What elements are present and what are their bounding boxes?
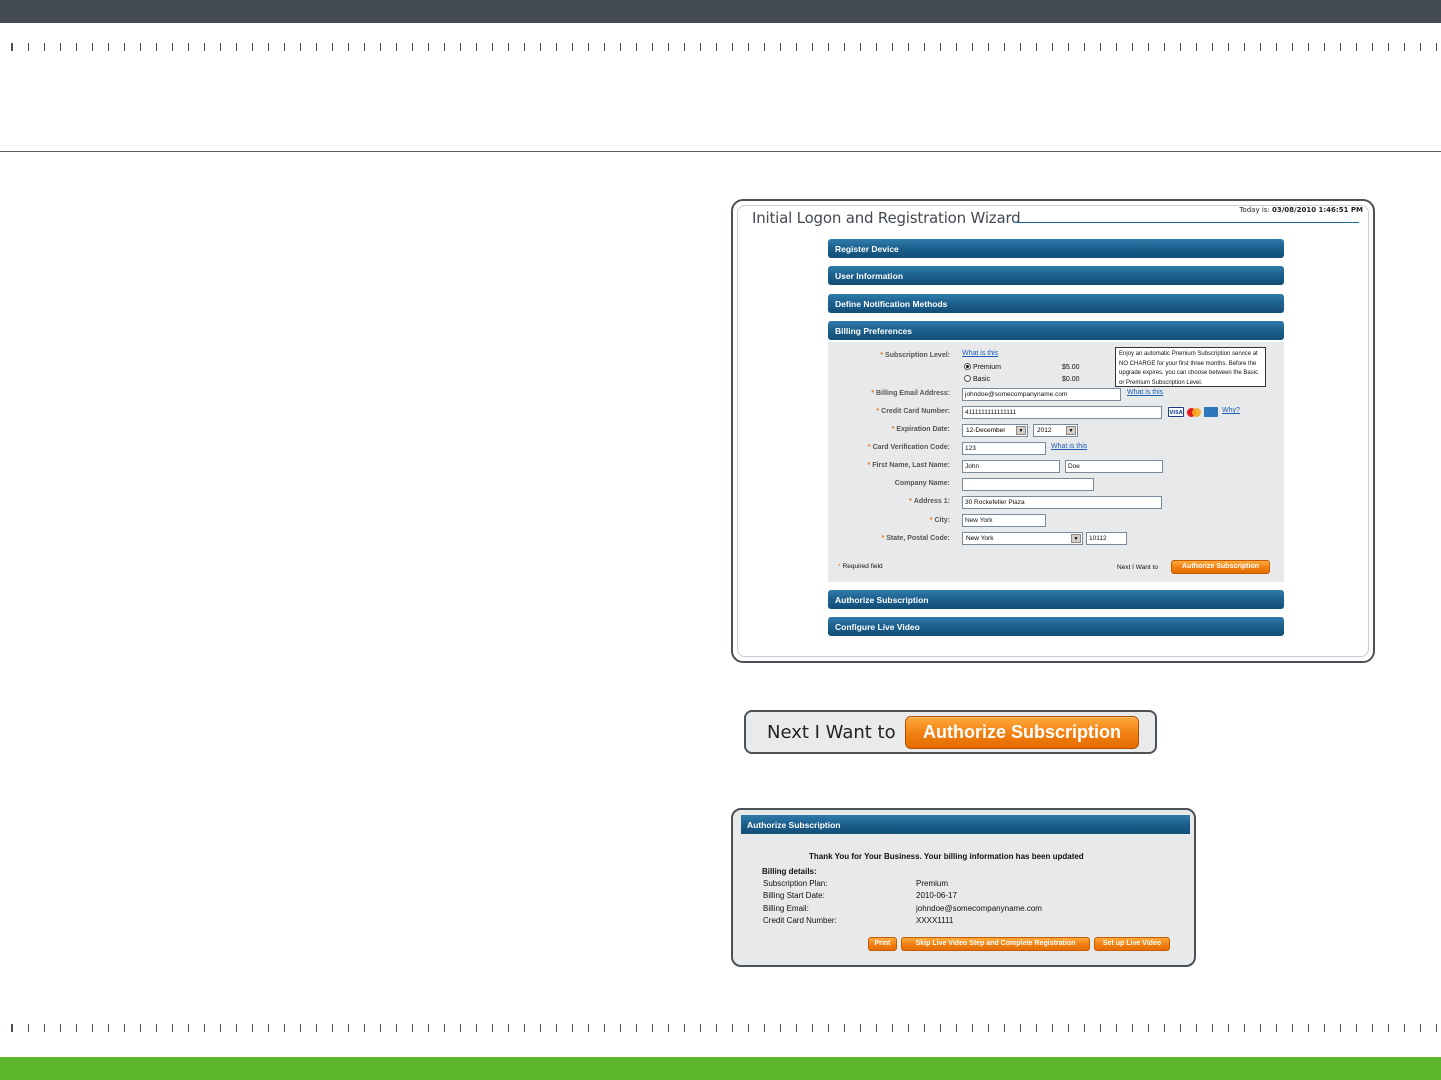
expiration-date-label: * Expiration Date: xyxy=(891,426,950,433)
wizard-title-rule xyxy=(1014,222,1359,223)
state-postal-label: * State, Postal Code: xyxy=(881,535,950,542)
bottom-tick-divider xyxy=(0,1024,1441,1032)
credit-card-field[interactable]: 4111111111111111 xyxy=(962,406,1162,419)
visa-icon: VISA xyxy=(1168,407,1184,417)
authorize-subscription-button[interactable]: Authorize Subscription xyxy=(1171,560,1270,574)
section-register-device[interactable]: Register Device xyxy=(828,239,1284,258)
detail-label: Billing Email: xyxy=(763,904,809,913)
subscription-level-label: * Subscription Level: xyxy=(880,352,950,359)
mastercard-icon xyxy=(1187,407,1201,417)
subscription-tooltip: Enjoy an automatic Premium Subscription … xyxy=(1115,347,1266,387)
company-name-field[interactable] xyxy=(962,478,1094,491)
name-label: * First Name, Last Name: xyxy=(867,462,950,469)
detail-label: Credit Card Number: xyxy=(763,916,837,925)
detail-label: Billing Start Date: xyxy=(763,891,825,900)
confirmation-header: Authorize Subscription xyxy=(741,815,1190,834)
chevron-down-icon: ▼ xyxy=(1071,534,1081,543)
first-name-field[interactable]: John xyxy=(962,460,1060,473)
expiration-year-select[interactable]: 2012 ▼ xyxy=(1033,424,1078,437)
company-name-label: Company Name: xyxy=(894,480,950,487)
thank-you-message: Thank You for Your Business. Your billin… xyxy=(809,852,1084,861)
expiration-month-select[interactable]: 12-December ▼ xyxy=(962,424,1028,437)
section-authorize-subscription[interactable]: Authorize Subscription xyxy=(828,590,1284,609)
card-verification-label: * Card Verification Code: xyxy=(867,444,950,451)
premium-radio[interactable] xyxy=(964,363,971,370)
billing-email-field[interactable]: johndoe@somecompanyname.com xyxy=(962,388,1121,401)
premium-label: Premium xyxy=(973,364,1002,371)
city-label: * City: xyxy=(929,517,950,524)
required-field-note: * Required field xyxy=(838,563,883,570)
billing-email-what-is-this-link[interactable]: What is this xyxy=(1127,389,1163,396)
print-button[interactable]: Print xyxy=(868,937,897,951)
basic-price: $0.00 xyxy=(1062,376,1080,383)
why-link[interactable]: Why? xyxy=(1222,407,1240,414)
detail-value: XXXX1111 xyxy=(916,916,954,925)
basic-label: Basic xyxy=(973,376,991,383)
billing-email-label: * Billing Email Address: xyxy=(871,390,950,397)
today-value: 03/08/2010 1:46:51 PM xyxy=(1272,206,1363,214)
address-field[interactable]: 30 Rockefeller Plaza xyxy=(962,496,1162,509)
city-field[interactable]: New York xyxy=(962,514,1046,527)
section-configure-live-video[interactable]: Configure Live Video xyxy=(828,617,1284,636)
credit-card-label: * Credit Card Number: xyxy=(876,408,950,415)
authorize-confirmation-panel: Authorize Subscription Thank You for You… xyxy=(731,808,1196,967)
zoom-authorize-subscription-button[interactable]: Authorize Subscription xyxy=(905,716,1139,749)
section-define-notification-methods[interactable]: Define Notification Methods xyxy=(828,294,1284,313)
registration-wizard-panel: Initial Logon and Registration Wizard To… xyxy=(731,199,1375,663)
wizard-title: Initial Logon and Registration Wizard xyxy=(752,209,1021,227)
zoom-next-label: Next I Want to xyxy=(767,722,896,743)
amex-icon xyxy=(1204,407,1218,417)
state-select[interactable]: New York ▼ xyxy=(962,532,1083,545)
detail-value: johndoe@somecompanyname.com xyxy=(916,904,1042,913)
billing-details-label: Billing details: xyxy=(762,867,817,876)
top-bar xyxy=(0,0,1441,23)
today-label: Today is: xyxy=(1239,206,1272,214)
card-logos: VISA xyxy=(1168,407,1220,417)
header-rule xyxy=(0,151,1441,152)
section-billing-preferences[interactable]: Billing Preferences xyxy=(828,321,1284,340)
postal-code-field[interactable]: 10112 xyxy=(1086,532,1127,545)
next-i-want-to-label: Next I Want to xyxy=(1117,564,1158,571)
section-user-information[interactable]: User Information xyxy=(828,266,1284,285)
top-tick-divider xyxy=(0,43,1441,51)
chevron-down-icon: ▼ xyxy=(1066,426,1076,435)
subscription-what-is-this-link[interactable]: What is this xyxy=(962,350,998,357)
detail-value: 2010-06-17 xyxy=(916,891,957,900)
slide-page: Initial Logon and Registration Wizard To… xyxy=(0,0,1441,1080)
cvc-what-is-this-link[interactable]: What is this xyxy=(1051,443,1087,450)
skip-live-video-button[interactable]: Skip Live Video Step and Complete Regist… xyxy=(901,937,1090,951)
basic-radio[interactable] xyxy=(964,375,971,382)
bottom-bar xyxy=(0,1057,1441,1080)
detail-value: Premium xyxy=(916,879,949,888)
detail-label: Subscription Plan: xyxy=(763,879,828,888)
today-stamp: Today is: 03/08/2010 1:46:51 PM xyxy=(1239,206,1363,214)
last-name-field[interactable]: Doe xyxy=(1065,460,1163,473)
chevron-down-icon: ▼ xyxy=(1016,426,1026,435)
premium-price: $5.00 xyxy=(1062,364,1080,371)
address-label: * Address 1: xyxy=(909,498,950,505)
card-verification-field[interactable]: 123 xyxy=(962,442,1046,455)
set-up-live-video-button[interactable]: Set up Live Video xyxy=(1094,937,1170,951)
next-step-zoom-callout: Next I Want to Authorize Subscription xyxy=(744,710,1157,754)
billing-preferences-form: * Subscription Level: What is this Premiu… xyxy=(828,342,1284,582)
